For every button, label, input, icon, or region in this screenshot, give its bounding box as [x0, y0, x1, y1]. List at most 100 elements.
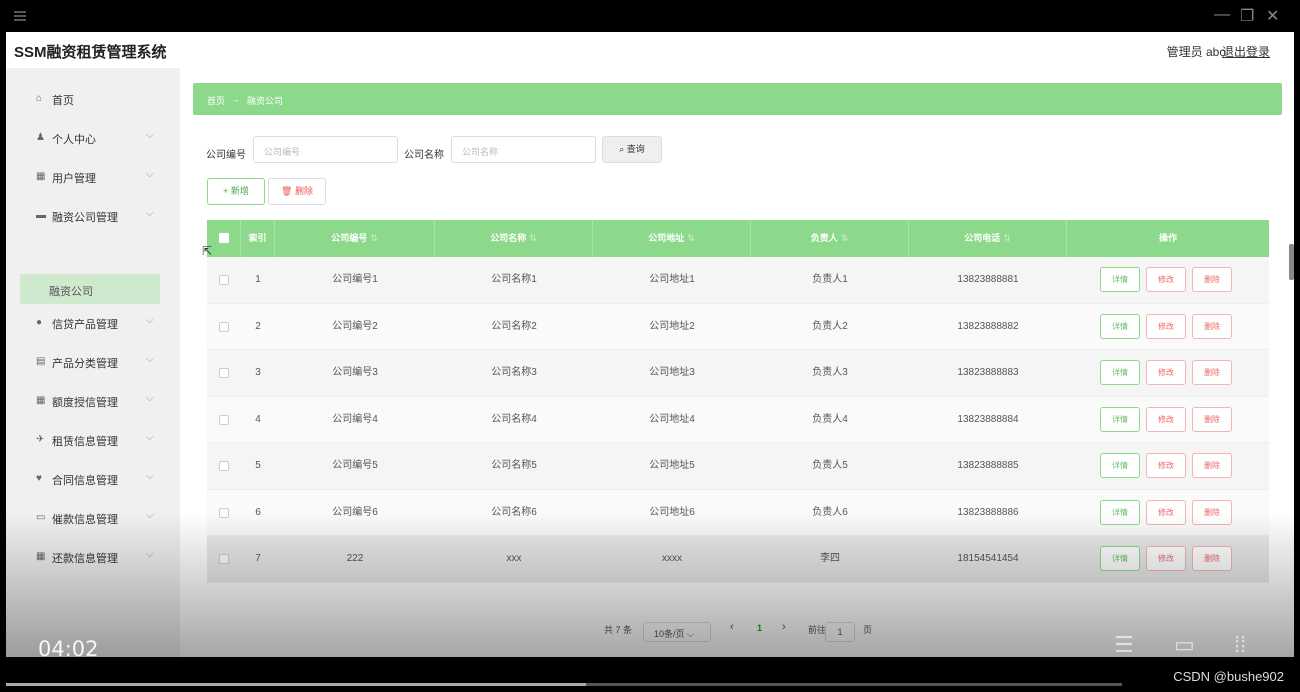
cell-phone: 13823888881 — [957, 274, 1019, 285]
select-all-checkbox[interactable] — [219, 233, 229, 243]
dot-icon: ● — [36, 317, 43, 328]
menu-icon[interactable] — [14, 11, 26, 21]
detail-button[interactable]: 详情 — [1100, 499, 1140, 525]
sidebar-item-repayment-info[interactable]: ▦ 还款信息管理 ⌵ — [6, 538, 180, 576]
row-checkbox[interactable] — [219, 461, 229, 471]
delete-button[interactable]: 删除 — [1192, 546, 1232, 571]
row-checkbox[interactable] — [219, 507, 229, 518]
video-timestamp: 04:02 — [38, 637, 99, 657]
table-row: 7 222 xxx xxxx 李四 18154541454 详情 修改 删除 — [207, 536, 1269, 583]
sidebar-subitem-finance-company[interactable]: 融资公司 — [20, 274, 160, 304]
edit-button[interactable]: 修改 — [1146, 453, 1186, 478]
logout-link[interactable]: 退出登录 — [1222, 43, 1270, 60]
chevron-down-icon: ⌵ — [146, 549, 154, 560]
grid-menu-icon[interactable]: ⁞⁞ — [1234, 632, 1246, 657]
cell-code: 公司编号5 — [332, 460, 378, 471]
row-checkbox[interactable] — [219, 275, 229, 285]
add-button[interactable]: + 新增 — [207, 178, 265, 205]
chevron-down-icon: ⌵ — [146, 130, 154, 141]
company-name-input[interactable]: 公司名称 — [451, 136, 596, 163]
batch-delete-button[interactable]: 🗑 删除 — [268, 178, 326, 205]
sidebar-item-product-category[interactable]: ▤ 产品分类管理 ⌵ — [6, 343, 180, 381]
breadcrumb-home[interactable]: 首页 — [207, 94, 225, 107]
sidebar-item-users[interactable]: ▦ 用户管理 ⌵ — [6, 158, 180, 196]
sidebar-item-credit-product[interactable]: ● 信贷产品管理 ⌵ — [6, 304, 180, 342]
chevron-down-icon: ⌵ — [146, 354, 154, 365]
sidebar-item-finance-company[interactable]: ▬ 融资公司管理 ⌵ — [6, 197, 180, 235]
cell-index: 4 — [255, 413, 261, 425]
delete-button[interactable]: 删除 — [1192, 453, 1232, 478]
sidebar-item-lease-info[interactable]: ✈ 租赁信息管理 ⌵ — [6, 421, 180, 459]
delete-button[interactable]: 删除 — [1192, 313, 1232, 339]
edit-button[interactable]: 修改 — [1146, 406, 1186, 432]
chevron-down-icon: ⌵ — [146, 393, 154, 404]
sort-icon: ⇅ — [529, 233, 537, 243]
edit-button[interactable]: 修改 — [1146, 313, 1186, 339]
cell-person: 负责人3 — [812, 367, 848, 378]
sidebar-item-credit-limit[interactable]: ▦ 额度授信管理 ⌵ — [6, 382, 180, 420]
next-page-button[interactable]: › — [782, 621, 786, 633]
cell-phone: 13823888886 — [957, 506, 1019, 518]
cell-address: 公司地址4 — [649, 413, 695, 425]
detail-button[interactable]: 详情 — [1100, 360, 1140, 385]
column-header-index[interactable]: 索引 — [241, 220, 275, 257]
sidebar-item-personal[interactable]: ♟ 个人中心 ⌵ — [6, 119, 180, 157]
edit-button[interactable]: 修改 — [1146, 360, 1186, 385]
edit-button[interactable]: 修改 — [1146, 267, 1186, 292]
edit-button[interactable]: 修改 — [1146, 499, 1186, 525]
page-number-current[interactable]: 1 — [757, 623, 762, 633]
table-header: 索引 公司编号 ⇅ 公司名称 ⇅ 公司地址 ⇅ 负责人 ⇅ 公司电话 ⇅ 操作 — [207, 220, 1269, 257]
row-checkbox[interactable] — [219, 321, 229, 332]
video-progress-fill — [6, 683, 587, 686]
sidebar-item-collection-info[interactable]: ▭ 催款信息管理 ⌵ — [6, 499, 180, 537]
sidebar-item-label: 用户管理 — [52, 173, 96, 185]
row-checkbox[interactable] — [219, 414, 229, 425]
detail-button[interactable]: 详情 — [1100, 313, 1140, 339]
scrollbar[interactable] — [1289, 244, 1294, 280]
video-bottom-bar — [0, 657, 1300, 692]
row-checkbox[interactable] — [219, 554, 229, 564]
search-button[interactable]: ⌕ 查询 — [602, 136, 662, 163]
company-code-input[interactable]: 公司编号 — [253, 136, 398, 163]
chevron-down-icon: ⌵ — [146, 315, 154, 326]
column-header-code[interactable]: 公司编号 ⇅ — [275, 220, 435, 257]
delete-button[interactable]: 删除 — [1192, 267, 1232, 292]
column-header-person[interactable]: 负责人 ⇅ — [751, 220, 909, 257]
sidebar-item-home[interactable]: ⌂ 首页 — [6, 80, 180, 118]
playlist-icon[interactable]: ☰ — [1114, 632, 1134, 657]
sidebar-subitem-label: 融资公司 — [49, 286, 93, 298]
restore-icon[interactable]: ❐ — [1240, 6, 1254, 26]
column-header-name[interactable]: 公司名称 ⇅ — [435, 220, 593, 257]
cell-code: 公司编号4 — [332, 413, 378, 425]
comment-icon[interactable]: ▭ — [1174, 632, 1195, 657]
delete-button[interactable]: 删除 — [1192, 360, 1232, 385]
grid-icon: ▦ — [36, 551, 46, 562]
cell-address: 公司地址1 — [649, 274, 695, 285]
close-icon[interactable]: ✕ — [1266, 6, 1279, 26]
sort-icon: ⇅ — [370, 233, 378, 243]
cell-name: 公司名称4 — [491, 413, 537, 425]
cell-code: 公司编号2 — [332, 320, 378, 332]
column-header-address[interactable]: 公司地址 ⇅ — [593, 220, 751, 257]
cell-index: 7 — [255, 553, 261, 564]
goto-page-input[interactable]: 1 — [825, 622, 855, 642]
minimize-icon[interactable]: — — [1214, 6, 1230, 24]
column-header-phone[interactable]: 公司电话 ⇅ — [909, 220, 1067, 257]
cell-index: 2 — [255, 320, 261, 332]
detail-button[interactable]: 详情 — [1100, 406, 1140, 432]
detail-button[interactable]: 详情 — [1100, 453, 1140, 478]
tray-icon: ▭ — [36, 512, 46, 523]
sort-icon: ⇅ — [687, 233, 695, 243]
sidebar-item-label: 信贷产品管理 — [52, 319, 118, 331]
detail-button[interactable]: 详情 — [1100, 546, 1140, 571]
row-checkbox[interactable] — [219, 368, 229, 378]
arrow-right-icon: → — [231, 94, 240, 104]
edit-button[interactable]: 修改 — [1146, 546, 1186, 571]
detail-button[interactable]: 详情 — [1100, 267, 1140, 292]
page-size-select[interactable]: 10条/页 ⌵ — [643, 622, 711, 642]
delete-button[interactable]: 删除 — [1192, 406, 1232, 432]
delete-button[interactable]: 删除 — [1192, 499, 1232, 525]
sidebar-item-contract-info[interactable]: ♥ 合同信息管理 ⌵ — [6, 460, 180, 498]
company-name-label: 公司名称 — [404, 150, 444, 161]
prev-page-button[interactable]: ‹ — [730, 621, 734, 633]
